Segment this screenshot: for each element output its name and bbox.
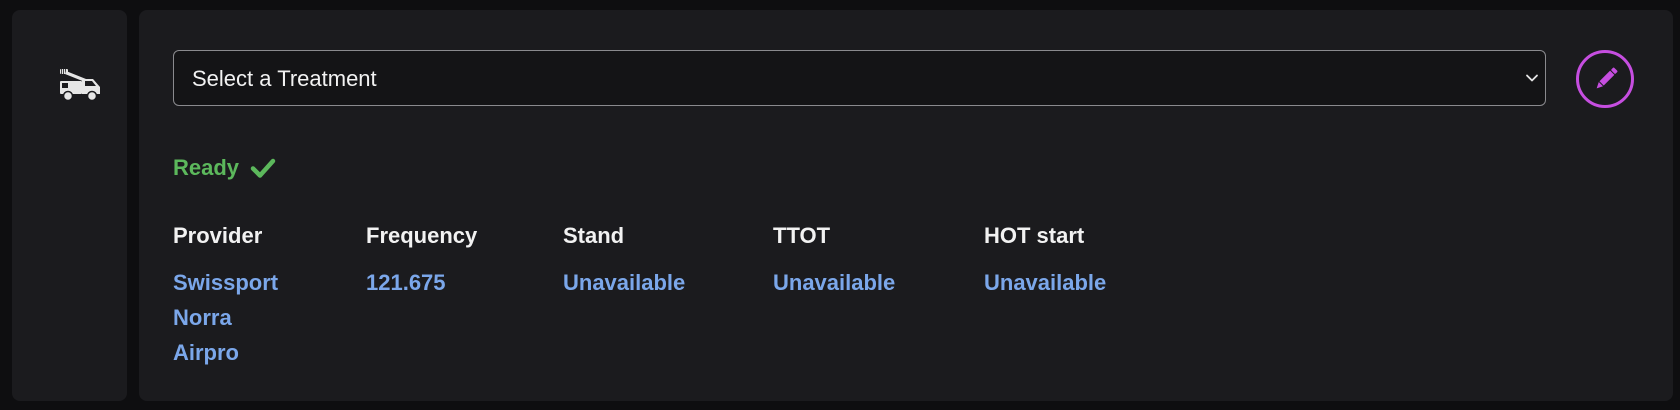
ttot-column: TTOT Unavailable [773,222,895,300]
stand-column: Stand Unavailable [563,222,685,300]
stand-value: Unavailable [563,270,686,295]
provider-value: Airpro [173,340,239,365]
frequency-header: Frequency [366,223,478,248]
status-indicator: Ready [173,153,276,183]
frequency-value: 121.675 [366,270,446,295]
provider-value: Norra [173,305,232,330]
main-panel: Select a Treatment Ready Provider Swissp… [139,10,1673,401]
check-icon [250,158,276,178]
treatment-select-placeholder: Select a Treatment [192,66,377,91]
chevron-down-icon [1526,74,1538,82]
hot-start-value: Unavailable [984,270,1107,295]
status-label: Ready [173,155,240,180]
frequency-column: Frequency 121.675 [366,222,477,300]
hot-start-column: HOT start Unavailable [984,222,1106,300]
provider-value: Swissport [173,270,279,295]
pencil-icon [1596,67,1618,89]
ttot-header: TTOT [773,223,831,248]
deicing-truck-icon [60,69,100,102]
treatment-select[interactable]: Select a Treatment [173,50,1546,106]
provider-column: Provider Swissport Norra Airpro [173,222,278,370]
edit-button[interactable] [1576,50,1634,108]
provider-header: Provider [173,223,263,248]
stand-header: Stand [563,223,625,248]
hot-start-header: HOT start [984,223,1085,248]
side-panel [12,10,127,401]
ttot-value: Unavailable [773,270,896,295]
